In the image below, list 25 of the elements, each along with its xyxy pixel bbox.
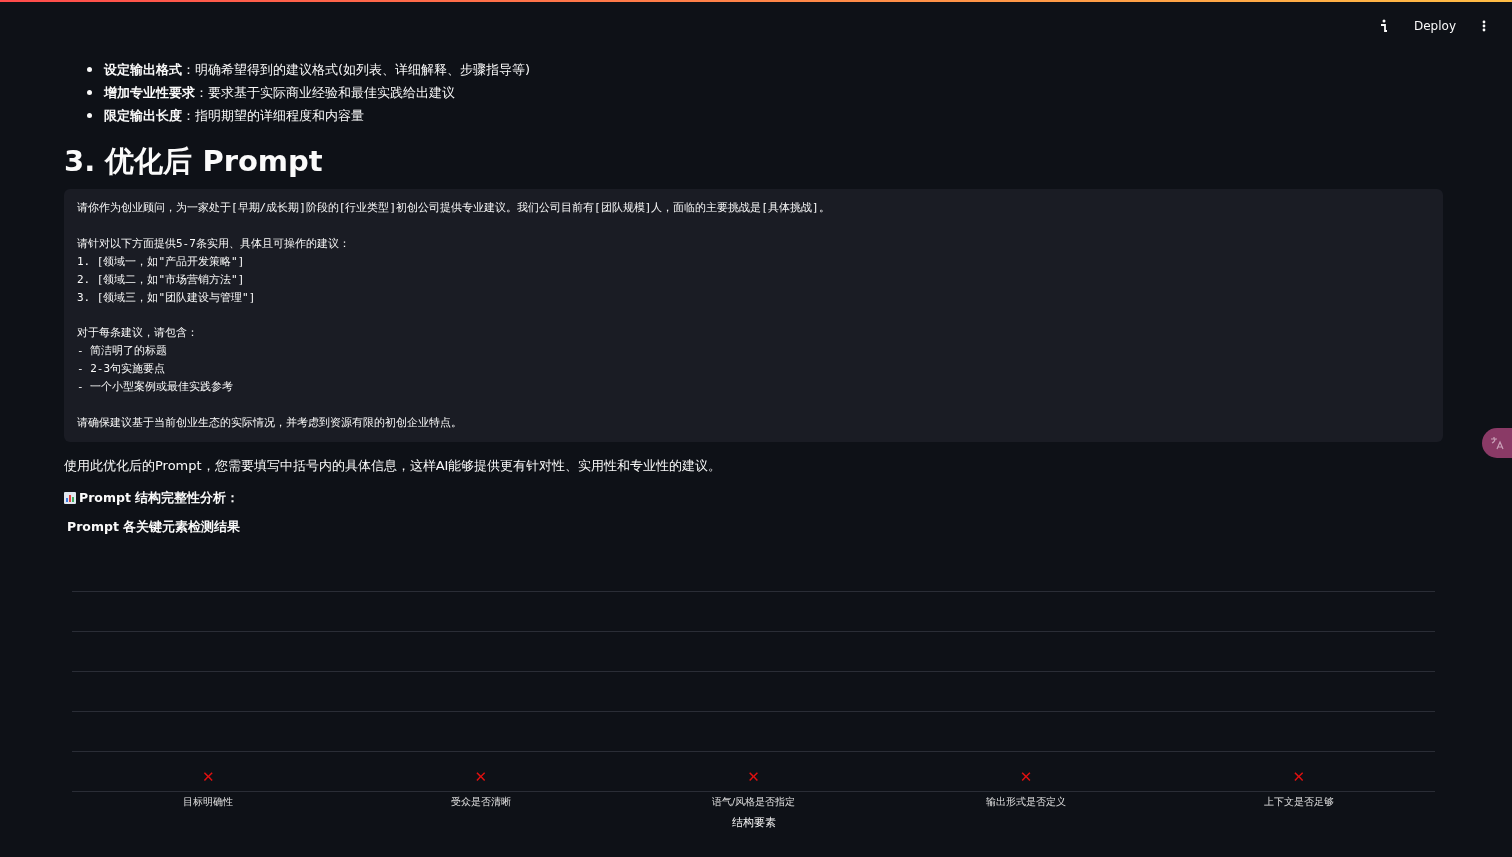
axis-label: 上下文是否足够 [1263,795,1334,809]
axis-label: 受众是否清晰 [450,795,511,809]
axis-label: 输出形式是否定义 [986,795,1067,809]
bullet-dot [87,67,92,72]
axis-label: 语气/风格是否指定 [711,795,796,809]
cross-marker: ✕ [1019,768,1033,785]
axis-label: 目标明确性 [183,795,234,809]
bar-chart-icon [64,492,76,505]
axis-title: 结构要素 [731,814,776,830]
translate-icon[interactable] [1482,428,1512,458]
bullet-dot [87,90,92,95]
cross-marker: ✕ [747,768,760,785]
chart-title: Prompt 各关键元素检测结果 [66,518,242,536]
cross-marker: ✕ [1292,768,1305,785]
cross-marker: ✕ [474,768,488,785]
section-heading: 3. 优化后 Prompt [64,143,324,179]
deploy-button[interactable]: Deploy [1407,15,1462,37]
cross-marker: ✕ [202,768,215,785]
bullet-dot [87,113,92,118]
bullet-text: 增加专业性要求：要求基于实际商业经验和最佳实践给出建议 [104,84,455,102]
bullet-text: 限定输出长度：指明期望的详细程度和内容量 [104,107,364,125]
code-block: 请你作为创业顾问，为一家处于[早期/成长期]阶段的[行业类型]初创公司提供专业建议。我们公司目前有[团队规模]人，面临的主要挑战是[具体挑战]。 请针对以下方面提供5-7条实用、具体且可操作的建议： 1. [领域一，如"产品开发策略"] 2. [领域二，如"市场营销方法"] 3. [领域三，如"团队建设与管理"] 对于每条建议，请包含： - 简洁明了的标题 - 2-3句实施要点 - 一个小型案例或最佳实践参考 请确保建议基于当前创业生态的实际情况，并考虑到资源有限的初创企业特点。 [64,189,1443,442]
bullet-text: 设定输出格式：明确希望得到的建议格式(如列表、详细解释、步骤指导等) [104,61,531,79]
note-text: 使用此优化后的Prompt，您需要填写中括号内的具体信息，这样AI能够提供更有针对性、实用性和专业性的建议。 [64,456,723,475]
analysis-title: Prompt 结构完整性分析： [79,489,240,507]
